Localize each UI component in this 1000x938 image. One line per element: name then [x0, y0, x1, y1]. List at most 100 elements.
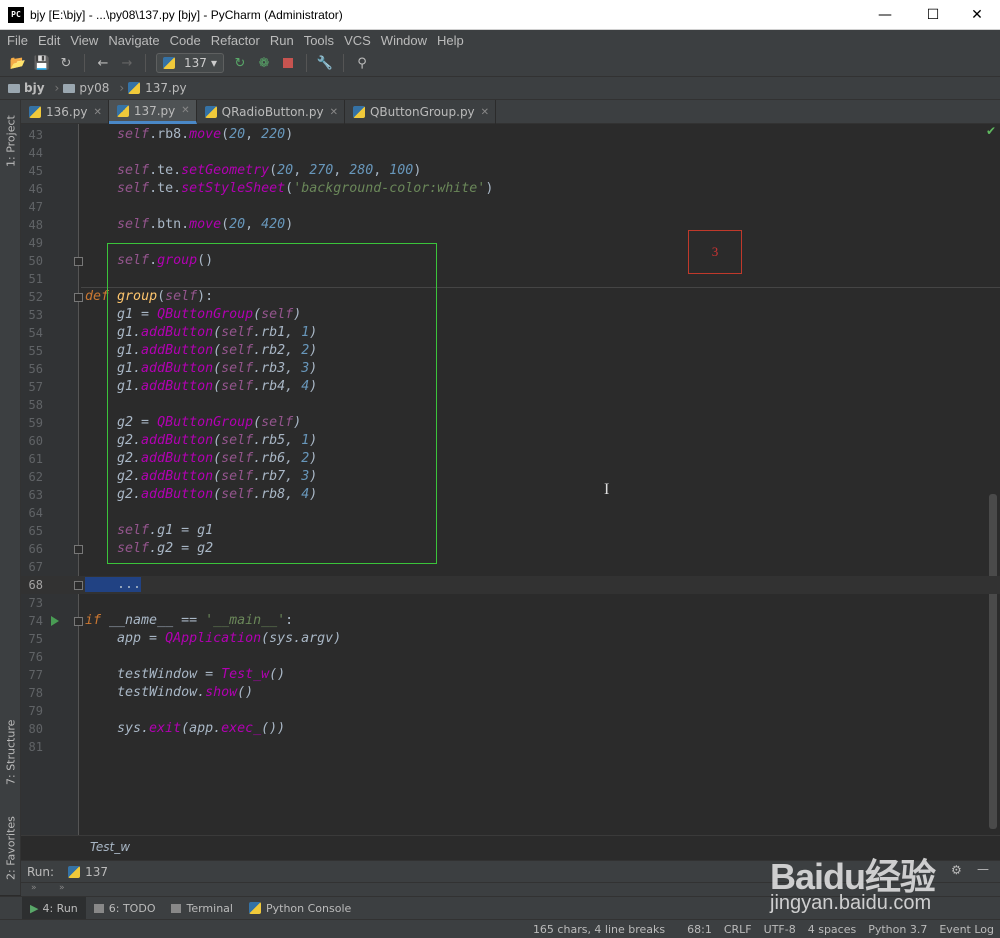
editor-tabs: 136.py ✕ 137.py ✕ QRadioButton.py ✕ QButton… — [21, 100, 1000, 124]
text-cursor-icon: I — [604, 481, 610, 498]
code-line-current: 68 ... — [21, 576, 1000, 594]
run-panel-strip: » » — [21, 882, 1000, 896]
title-bar: PC bjy [E:\bjy] - ...\py08\137.py [bjy] … — [0, 0, 1000, 30]
breadcrumb-folder[interactable]: py08 — [63, 81, 109, 95]
menu-refactor[interactable]: Refactor — [206, 33, 265, 48]
fold-marker-icon[interactable] — [74, 257, 83, 266]
code-line: 45 self.te.setGeometry(20, 270, 280, 100… — [28, 163, 422, 178]
close-tab-icon[interactable]: ✕ — [181, 105, 189, 116]
caret-position[interactable]: 68:1 — [687, 923, 712, 936]
editor-breadcrumb[interactable]: Test_w — [21, 835, 1000, 860]
search-icon[interactable]: ⚲ — [350, 52, 374, 74]
forward-arrow-icon[interactable]: → — [115, 52, 139, 74]
python-file-icon — [128, 82, 141, 94]
gear-icon[interactable]: ⚙ — [951, 863, 962, 877]
menu-vcs[interactable]: VCS — [339, 33, 376, 48]
selection-info: 165 chars, 4 line breaks — [532, 922, 666, 936]
fold-marker-icon[interactable] — [74, 293, 83, 302]
tab-qbuttongroup-py[interactable]: QButtonGroup.py ✕ — [345, 100, 497, 124]
run-gutter-icon[interactable] — [51, 616, 59, 626]
folder-icon — [8, 83, 20, 93]
python-console-tool-tab[interactable]: Python Console — [241, 897, 359, 920]
tab-137-py[interactable]: 137.py ✕ — [108, 100, 197, 124]
code-line: 78 testWindow.show() — [28, 685, 254, 700]
python-icon — [68, 865, 81, 878]
code-line: 73 — [28, 596, 43, 610]
menu-code[interactable]: Code — [165, 33, 206, 48]
window-title: bjy [E:\bjy] - ...\py08\137.py [bjy] - P… — [30, 7, 343, 22]
code-line: 48 self.btn.move(20, 420) — [28, 217, 294, 232]
close-tab-icon[interactable]: ✕ — [93, 107, 101, 118]
code-line: 47 — [28, 200, 43, 214]
project-tool-tab[interactable]: 1: Project — [1, 106, 21, 176]
pycharm-logo-icon: PC — [8, 6, 24, 23]
menu-help[interactable]: Help — [432, 33, 469, 48]
todo-list-icon — [93, 903, 104, 913]
breadcrumb-file[interactable]: 137.py — [128, 81, 187, 95]
step-number-badge: 3 — [688, 230, 742, 274]
expand-icon[interactable]: » — [31, 883, 37, 893]
stop-icon[interactable] — [276, 52, 300, 74]
breadcrumb-separator: › — [119, 81, 125, 95]
menu-view[interactable]: View — [65, 33, 103, 48]
terminal-tool-tab[interactable]: Terminal — [163, 897, 241, 920]
python-interpreter[interactable]: Python 3.7 — [868, 923, 927, 936]
code-line: 44 — [28, 146, 43, 160]
debug-bug-icon[interactable]: ❁ — [252, 52, 276, 74]
breadcrumb-project[interactable]: bjy — [8, 81, 45, 95]
fold-marker-icon[interactable] — [74, 581, 83, 590]
close-tab-icon[interactable]: ✕ — [481, 107, 489, 118]
sync-icon[interactable]: ↻ — [54, 52, 78, 74]
run-config-dropdown[interactable]: 137 ▾ — [156, 53, 224, 73]
todo-tool-tab[interactable]: 6: TODO — [86, 897, 164, 920]
menu-run[interactable]: Run — [265, 33, 299, 48]
minimize-panel-icon[interactable]: — — [977, 862, 989, 876]
menu-bar: File Edit View Navigate Code Refactor Ru… — [0, 30, 1000, 50]
left-tool-strip: 1: Project 7: Structure 2: Favorites — [0, 100, 21, 895]
structure-tool-tab[interactable]: 7: Structure — [1, 712, 21, 792]
python-file-icon — [116, 104, 129, 117]
indent-setting[interactable]: 4 spaces — [808, 923, 857, 936]
minimize-button[interactable]: — — [862, 0, 908, 30]
code-line: 76 — [28, 650, 43, 664]
breadcrumb: bjy › py08 › 137.py — [0, 77, 1000, 100]
code-line: 46 self.te.setStyleSheet('background-col… — [28, 181, 494, 196]
python-icon — [163, 57, 175, 69]
run-panel-header: Run: 137 ⚙ — — [21, 860, 1000, 882]
line-separator[interactable]: CRLF — [724, 923, 752, 936]
folder-icon — [63, 83, 76, 93]
fold-marker-icon[interactable] — [74, 545, 83, 554]
menu-tools[interactable]: Tools — [299, 33, 339, 48]
toolbar-divider — [306, 54, 307, 72]
code-line: 81 — [28, 740, 43, 754]
settings-wrench-icon[interactable]: 🔧 — [313, 52, 337, 74]
open-folder-icon[interactable]: 📂 — [6, 52, 30, 74]
code-line: 43 self.rb8.move(20, 220) — [28, 127, 294, 142]
tab-136-py[interactable]: 136.py ✕ — [21, 100, 109, 124]
menu-window[interactable]: Window — [376, 33, 432, 48]
menu-navigate[interactable]: Navigate — [103, 33, 164, 48]
rerun-icon[interactable]: ↻ — [228, 52, 252, 74]
close-button[interactable]: ✕ — [954, 0, 1000, 30]
run-icon: ▶ — [30, 901, 39, 915]
python-console-icon — [248, 902, 261, 914]
toolbar-divider — [84, 54, 85, 72]
main-toolbar: 📂 💾 ↻ ← → 137 ▾ ↻ ❁ 🔧 ⚲ — [0, 50, 1000, 77]
expand-icon[interactable]: » — [59, 883, 65, 893]
run-config-tab[interactable]: 137 — [85, 865, 108, 879]
tab-qradiobutton-py[interactable]: QRadioButton.py ✕ — [197, 100, 345, 124]
code-line: 80 sys.exit(app.exec_()) — [28, 721, 286, 736]
save-icon[interactable]: 💾 — [30, 52, 54, 74]
favorites-tool-tab[interactable]: 2: Favorites — [1, 808, 21, 888]
file-encoding[interactable]: UTF-8 — [764, 923, 796, 936]
code-editor[interactable]: ✔ 43 self.rb8.move(20, 220) 44 45 self.t… — [21, 124, 1000, 835]
code-line: 79 — [28, 704, 43, 718]
event-log[interactable]: Event Log — [939, 923, 994, 936]
fold-marker-icon[interactable] — [74, 617, 83, 626]
menu-edit[interactable]: Edit — [33, 33, 65, 48]
back-arrow-icon[interactable]: ← — [91, 52, 115, 74]
close-tab-icon[interactable]: ✕ — [330, 107, 338, 118]
run-tool-tab[interactable]: ▶ 4: Run — [22, 896, 86, 920]
maximize-button[interactable]: ☐ — [910, 0, 956, 30]
menu-file[interactable]: File — [2, 33, 33, 48]
